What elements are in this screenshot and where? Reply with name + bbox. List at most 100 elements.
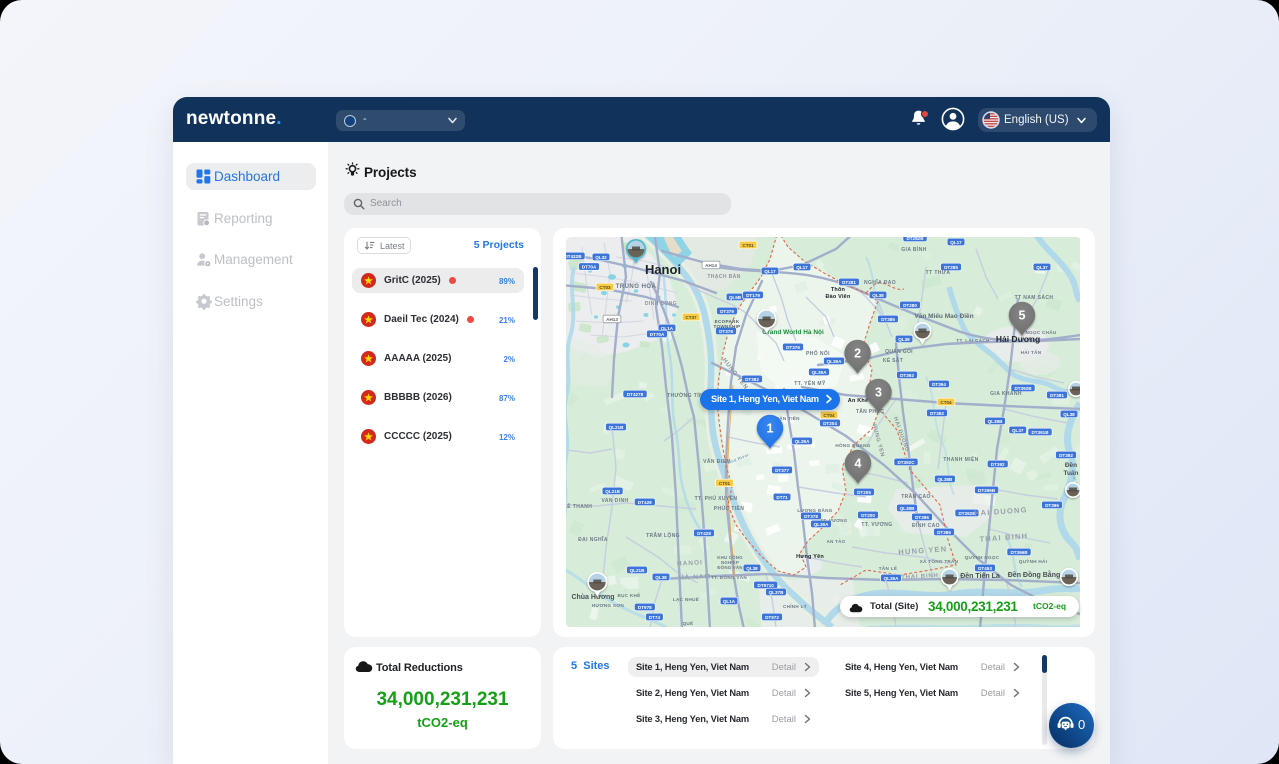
svg-text:DT70A: DT70A — [582, 265, 597, 270]
svg-text:TT NAM SÁCH: TT NAM SÁCH — [1015, 294, 1054, 301]
svg-text:DT282B: DT282B — [906, 237, 924, 241]
svg-text:DT392: DT392 — [930, 411, 944, 416]
svg-text:QL38: QL38 — [655, 575, 667, 580]
svg-text:TT THỪA: TT THỪA — [926, 269, 951, 276]
svg-text:CT37: CT37 — [685, 315, 697, 320]
svg-text:QL38: QL38 — [1063, 412, 1075, 417]
svg-text:TT. YÊN MỸ: TT. YÊN MỸ — [794, 379, 826, 387]
svg-text:DT9710: DT9710 — [758, 583, 775, 588]
svg-text:DT392: DT392 — [900, 373, 914, 378]
svg-text:TRĂM LỘNG: TRĂM LỘNG — [646, 531, 680, 539]
svg-text:QUỲNH HẢI: QUỲNH HẢI — [1019, 558, 1047, 564]
svg-text:DT392C: DT392C — [897, 460, 915, 465]
svg-text:LƯƠNG BẰNG: LƯƠNG BẰNG — [797, 506, 832, 513]
svg-text:PHỐ NỐI: PHỐ NỐI — [806, 350, 830, 357]
svg-text:DT394: DT394 — [932, 382, 946, 387]
svg-text:DT396: DT396 — [915, 515, 929, 520]
svg-text:NGHĨA ĐẠO: NGHĨA ĐẠO — [864, 279, 896, 286]
svg-text:DT378: DT378 — [804, 514, 818, 519]
svg-text:HỒNG QUANG: HỒNG QUANG — [835, 442, 870, 448]
svg-text:CHÍNH LÝ: CHÍNH LÝ — [783, 602, 807, 609]
svg-text:HANOI: HANOI — [677, 559, 703, 567]
svg-text:Đền Tiên La: Đền Tiên La — [960, 571, 1000, 580]
svg-text:QL17: QL17 — [764, 269, 776, 274]
svg-text:QL38: QL38 — [746, 566, 758, 571]
svg-text:THẠCH BÀN: THẠCH BÀN — [707, 273, 740, 280]
svg-text:DT453: DT453 — [978, 566, 992, 571]
svg-text:DT978: DT978 — [638, 605, 652, 610]
svg-text:DT396: DT396 — [1045, 503, 1059, 508]
svg-text:DT204: DT204 — [823, 421, 837, 426]
svg-text:5: 5 — [1019, 308, 1026, 322]
svg-text:KẺ SẶT: KẺ SẶT — [883, 357, 903, 364]
svg-text:Đền: Đền — [1065, 460, 1077, 469]
svg-text:Hải Dương: Hải Dương — [996, 334, 1040, 344]
svg-text:Chùa Hương: Chùa Hương — [571, 594, 614, 601]
svg-text:TOWNSHIP: TOWNSHIP — [713, 324, 740, 329]
svg-text:PHÚC TIẾN: PHÚC TIẾN — [714, 505, 745, 512]
svg-text:VAN DINH: VAN DINH — [602, 498, 629, 504]
svg-text:DT280: DT280 — [903, 303, 917, 308]
svg-text:QL39A: QL39A — [795, 439, 810, 444]
svg-text:DT200: DT200 — [861, 513, 875, 518]
svg-text:DT205: DT205 — [857, 490, 871, 495]
svg-text:DT391B: DT391B — [1031, 430, 1049, 435]
svg-text:TRUNG HOÀ: TRUNG HOÀ — [616, 283, 657, 290]
svg-text:DT74: DT74 — [649, 615, 661, 620]
svg-text:Văn Miếu Mao Điền: Văn Miếu Mao Điền — [914, 311, 973, 320]
svg-text:TT. VƯƠNG: TT. VƯƠNG — [821, 518, 848, 523]
svg-text:HƯƠNG SƠN: HƯƠNG SƠN — [592, 603, 625, 608]
svg-text:DT378: DT378 — [719, 329, 733, 334]
svg-text:QL37B: QL37B — [769, 590, 784, 595]
svg-text:TT. ĐỒNG VĂN: TT. ĐỒNG VĂN — [711, 574, 747, 580]
svg-text:GIA KHÁNH: GIA KHÁNH — [990, 390, 1022, 397]
svg-text:THƯỜNG TÍN: THƯỜNG TÍN — [667, 391, 703, 399]
svg-text:QL38: QL38 — [872, 293, 884, 298]
svg-text:QL17: QL17 — [950, 240, 962, 245]
svg-text:QL39A: QL39A — [827, 359, 842, 364]
svg-text:QL21B: QL21B — [630, 568, 645, 573]
svg-text:QUÁN GỎI: QUÁN GỎI — [885, 348, 913, 355]
svg-text:QL38B: QL38B — [988, 419, 1003, 424]
svg-text:CT01: CT01 — [719, 481, 731, 486]
svg-text:DT379: DT379 — [720, 309, 734, 314]
svg-text:THANH MIỆN: THANH MIỆN — [943, 455, 978, 463]
svg-text:CT04: CT04 — [823, 413, 835, 418]
svg-text:ĐỒNG VĂN: ĐỒNG VĂN — [717, 565, 742, 570]
svg-text:LÊ THANH: LÊ THANH — [566, 502, 592, 510]
svg-text:Grand World Hà Nội: Grand World Hà Nội — [762, 329, 824, 336]
svg-text:QUỲNH NGỌC: QUỲNH NGỌC — [965, 554, 1000, 560]
svg-text:ĐÌNH CAO: ĐÌNH CAO — [912, 521, 940, 529]
svg-text:DT428: DT428 — [638, 500, 652, 505]
svg-text:QL38B: QL38B — [937, 477, 952, 482]
svg-text:DT376: DT376 — [786, 345, 800, 350]
svg-text:DT179: DT179 — [746, 293, 760, 298]
svg-text:HẢI TÂN: HẢI TÂN — [1021, 349, 1042, 355]
svg-text:DT386: DT386 — [937, 530, 951, 535]
svg-text:TRẦN CAO: TRẦN CAO — [901, 493, 931, 500]
svg-text:Hưng Yên: Hưng Yên — [796, 554, 824, 560]
svg-text:DT385: DT385 — [881, 317, 895, 322]
svg-text:TT. VƯƠNG: TT. VƯƠNG — [861, 522, 892, 528]
svg-text:3: 3 — [875, 385, 882, 399]
svg-text:QL37: QL37 — [1036, 265, 1048, 270]
svg-text:CT01: CT01 — [742, 243, 754, 248]
svg-text:DT392: DT392 — [1059, 453, 1073, 458]
svg-text:TT. LẠI CÁCH: TT. LẠI CÁCH — [956, 337, 990, 343]
svg-text:DINH CONG: DINH CONG — [645, 301, 677, 307]
svg-text:AN TẢO: AN TẢO — [827, 539, 846, 544]
svg-text:QL1A: QL1A — [723, 599, 736, 604]
svg-text:QL17: QL17 — [796, 265, 808, 270]
svg-text:QUẾ: QUẾ — [683, 620, 694, 626]
svg-text:4: 4 — [855, 456, 862, 470]
svg-text:CT03: CT03 — [599, 285, 611, 290]
svg-text:QL39A: QL39A — [812, 370, 827, 375]
svg-text:AH14: AH14 — [705, 263, 717, 268]
svg-text:DT281: DT281 — [842, 280, 856, 285]
svg-text:2: 2 — [854, 346, 861, 360]
svg-text:DT392: DT392 — [991, 462, 1005, 467]
svg-text:Hanoi: Hanoi — [645, 262, 681, 277]
svg-text:DT422B: DT422B — [566, 254, 582, 259]
svg-text:CT04: CT04 — [940, 400, 952, 405]
svg-text:LẠC NHUẾ: LẠC NHUẾ — [673, 596, 699, 602]
